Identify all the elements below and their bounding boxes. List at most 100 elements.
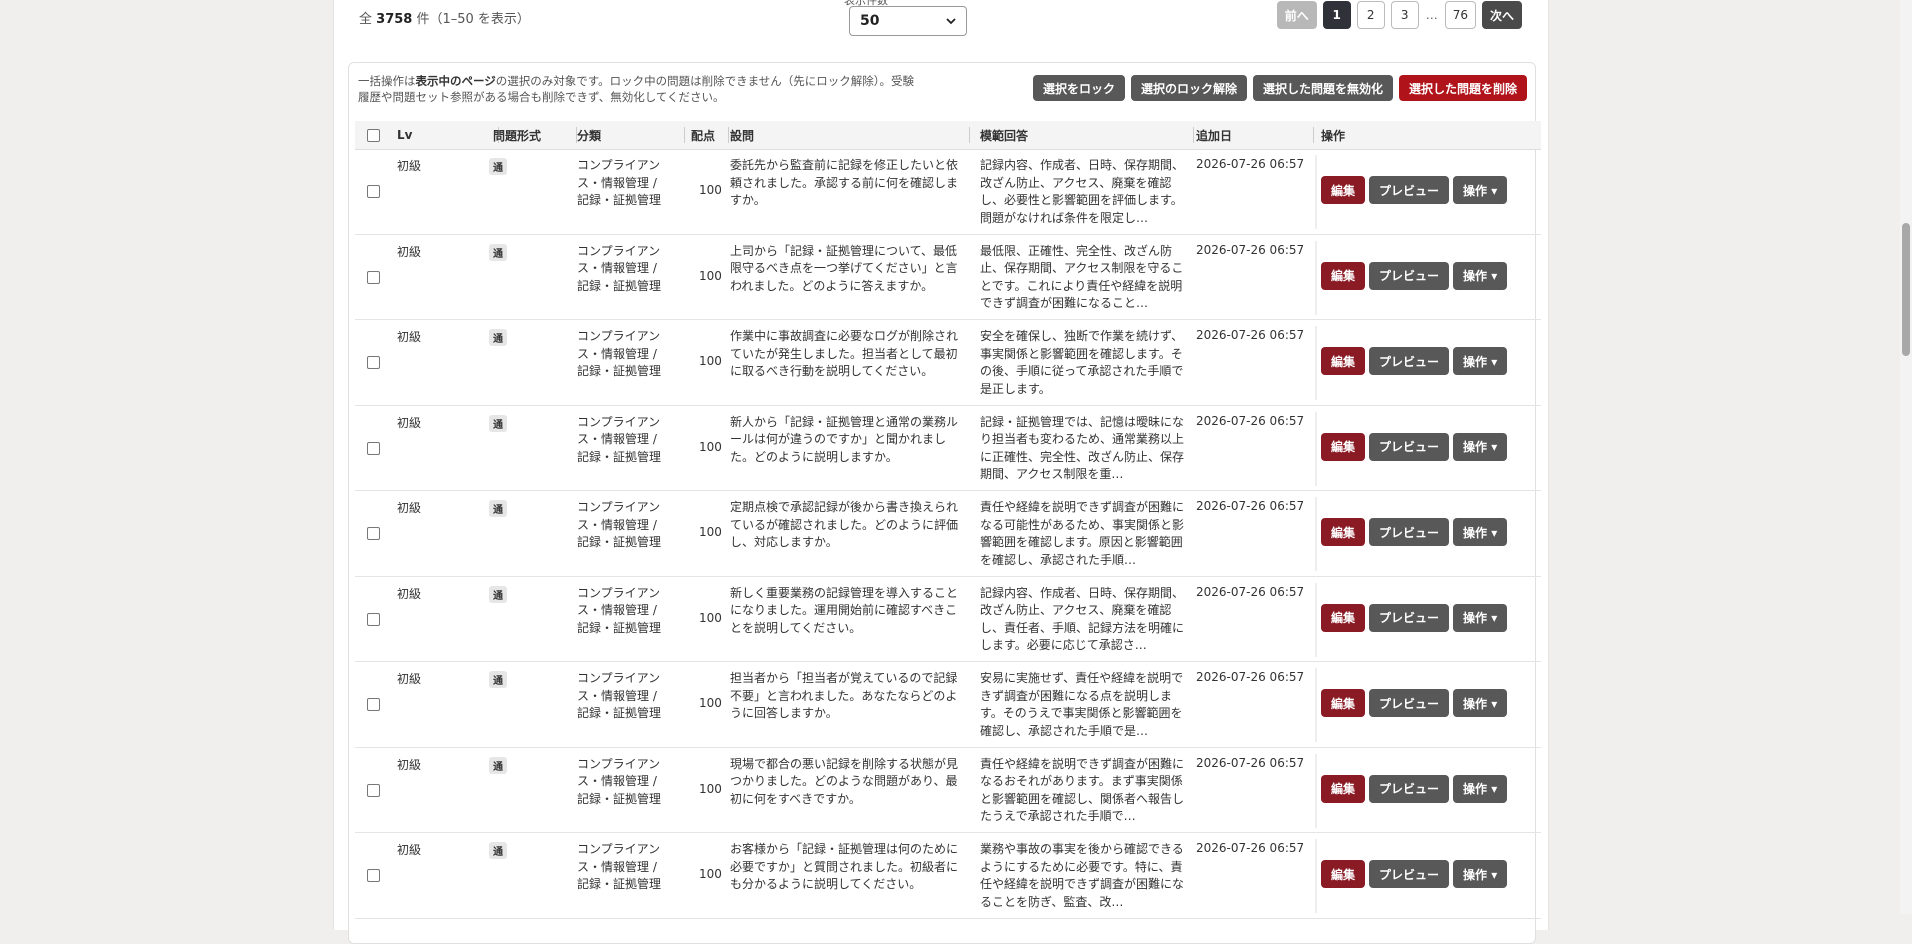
scrollbar-thumb[interactable] [1902,223,1910,356]
ops-divider [1315,155,1317,229]
page-button-3[interactable]: 3 [1390,1,1419,29]
table-row: 初級 通 コンプライアンス・情報管理 / 記録・証拠管理 100 作業中に事故調… [355,320,1541,406]
edit-button[interactable]: 編集 [1321,603,1366,632]
row-checkbox[interactable] [367,441,380,455]
header-format: 問題形式 [493,121,577,149]
operations-dropdown-button[interactable]: 操作 ▾ [1453,432,1508,461]
row-added-date: 2026-07-26 06:57 [1196,499,1305,513]
row-actions: 編集 プレビュー 操作 ▾ [1321,603,1508,632]
row-category: コンプライアンス・情報管理 / 記録・証拠管理 [577,585,662,635]
preview-button[interactable]: プレビュー [1369,176,1450,204]
row-checkbox[interactable] [367,698,380,711]
row-question: 上司から「記録・証拠管理について、最低限守るべき点を一つ挙げてください」と言われ… [730,243,958,293]
preview-button[interactable]: プレビュー [1369,261,1450,290]
preview-button[interactable]: プレビュー [1369,774,1450,803]
row-category: コンプライアンス・情報管理 / 記録・証拠管理 [577,329,662,378]
page-button-2[interactable]: 2 [1356,1,1385,29]
row-points: 100 [699,696,722,710]
preview-button[interactable]: プレビュー [1369,432,1450,461]
header-lv-label: Lv [397,128,413,142]
question-list-panel: 全 3758 件（1–50 を表示） 表示件数 50 前へ 1 2 3 … 76… [333,0,1549,944]
row-actions: 編集 プレビュー 操作 ▾ [1321,860,1508,888]
table-body: 初級 通 コンプライアンス・情報管理 / 記録・証拠管理 100 委託先から監査… [355,149,1541,919]
row-question: 現場で都合の悪い記録を削除する状態が見つかりました。どのような問題があり、最初に… [730,756,959,806]
row-checkbox[interactable] [367,185,380,198]
row-checkbox[interactable] [367,869,380,882]
ops-divider [1315,582,1317,657]
edit-button[interactable]: 編集 [1321,347,1366,375]
row-format-badge: 通 [489,158,507,175]
bulk-note-emphasis: 表示中のページ [415,74,496,88]
table-row: 初級 通 コンプライアンス・情報管理 / 記録・証拠管理 100 新人から「記録… [355,406,1541,491]
lock-selected-button[interactable]: 選択をロック [1032,75,1125,101]
select-all-checkbox[interactable] [367,128,380,142]
page-button-1[interactable]: 1 [1322,1,1351,29]
next-page-button[interactable]: 次へ [1481,1,1522,29]
operations-dropdown-button[interactable]: 操作 ▾ [1453,347,1508,375]
header-ops-label: 操作 [1321,128,1346,143]
row-checkbox[interactable] [367,356,380,369]
row-points: 100 [699,610,722,625]
row-answer: 責任や経緯を説明できず調査が困難になる可能性があるため、事実関係と影響範囲を確認… [980,500,1185,567]
row-format-badge: 通 [489,842,507,859]
operations-dropdown-button[interactable]: 操作 ▾ [1453,176,1508,204]
row-answer: 記録内容、作成者、日時、保存期間、改ざん防止、アクセス、廃棄を確認し、責任者、手… [980,585,1185,653]
row-points: 100 [699,183,722,197]
row-format-badge: 通 [489,243,507,261]
row-actions: 編集 プレビュー 操作 ▾ [1321,518,1508,546]
edit-button[interactable]: 編集 [1321,518,1366,546]
edit-button[interactable]: 編集 [1321,432,1366,461]
bulk-operations-panel: 一括操作は表示中のページの選択のみ対象です。ロック中の問題は削除できません（先に… [348,62,1541,944]
row-level: 初級 [397,330,422,344]
operations-dropdown-button[interactable]: 操作 ▾ [1453,774,1508,803]
unlock-selected-button[interactable]: 選択のロック解除 [1130,75,1247,101]
preview-button[interactable]: プレビュー [1369,518,1450,546]
disable-selected-button[interactable]: 選択した問題を無効化 [1252,75,1393,101]
row-actions: 編集 プレビュー 操作 ▾ [1321,176,1508,204]
preview-button[interactable]: プレビュー [1369,347,1450,375]
row-added-date: 2026-07-26 06:57 [1196,328,1305,342]
page-scrollbar[interactable] [1900,0,1912,914]
prev-page-button[interactable]: 前へ [1276,1,1317,29]
row-actions: 編集 プレビュー 操作 ▾ [1321,347,1508,375]
edit-button[interactable]: 編集 [1321,261,1366,290]
row-checkbox[interactable] [367,270,380,284]
row-answer: 業務や事故の事実を後から確認できるようにするために必要です。特に、責任や経緯を説… [980,842,1185,909]
count-suffix: 件（1–50 を表示） [416,12,530,27]
row-category: コンプライアンス・情報管理 / 記録・証拠管理 [577,243,662,293]
row-added-date: 2026-07-26 06:57 [1196,670,1305,684]
edit-button[interactable]: 編集 [1321,689,1366,717]
per-page-select[interactable]: 50 [849,6,967,36]
preview-button[interactable]: プレビュー [1369,689,1450,717]
header-lv: Lv [391,121,499,149]
operations-dropdown-button[interactable]: 操作 ▾ [1453,261,1508,290]
row-checkbox[interactable] [367,527,380,540]
edit-button[interactable]: 編集 [1321,860,1366,888]
row-checkbox[interactable] [367,783,380,797]
delete-selected-button[interactable]: 選択した問題を削除 [1398,75,1527,101]
row-checkbox[interactable] [367,612,380,626]
header-answer-label: 模範回答 [980,128,1029,143]
operations-dropdown-button[interactable]: 操作 ▾ [1453,603,1508,632]
edit-button[interactable]: 編集 [1321,176,1366,204]
operations-dropdown-button[interactable]: 操作 ▾ [1453,860,1508,888]
row-category: コンプライアンス・情報管理 / 記録・証拠管理 [577,756,662,806]
preview-button[interactable]: プレビュー [1369,860,1450,888]
row-question: 担当者から「担当者が覚えているので記録不要」と言われました。あなたならどのように… [730,671,958,720]
header-question-label: 設問 [730,128,755,143]
header-points: 配点 [691,121,729,149]
ops-divider [1315,411,1317,486]
header-category-label: 分類 [577,128,602,143]
row-level: 初級 [397,586,422,601]
row-level: 初級 [397,244,422,259]
row-category: コンプライアンス・情報管理 / 記録・証拠管理 [577,158,662,207]
edit-button[interactable]: 編集 [1321,774,1366,803]
row-points: 100 [699,268,722,283]
operations-dropdown-button[interactable]: 操作 ▾ [1453,689,1508,717]
row-added-date: 2026-07-26 06:57 [1196,755,1305,770]
operations-dropdown-button[interactable]: 操作 ▾ [1453,518,1508,546]
page-button-last[interactable]: 76 [1444,1,1476,29]
row-question: 委託先から監査前に記録を修正したいと依頼されました。承認する前に何を確認しますか… [730,158,959,207]
preview-button[interactable]: プレビュー [1369,603,1450,632]
count-total: 3758 [376,12,413,27]
